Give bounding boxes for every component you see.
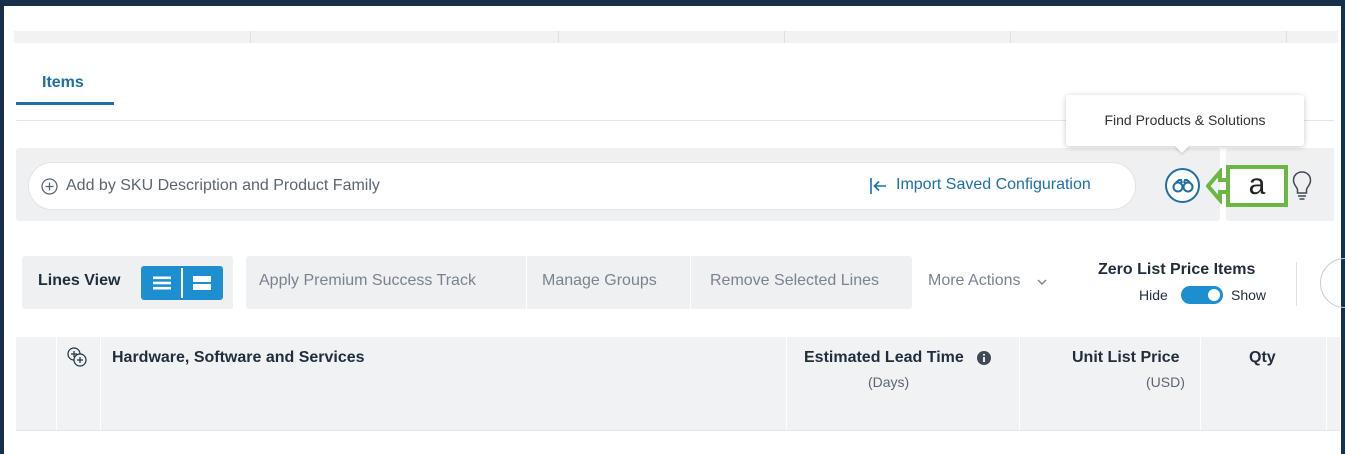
- toggle-knob: [1208, 289, 1220, 301]
- strip-divider: [784, 31, 785, 43]
- more-actions-dropdown[interactable]: More Actions: [928, 272, 1020, 290]
- zero-list-price-toggle[interactable]: [1181, 286, 1223, 304]
- top-summary-strip: [14, 31, 1338, 43]
- hide-label: Hide: [1139, 287, 1168, 303]
- strip-divider: [1286, 31, 1287, 43]
- column-divider: [786, 337, 787, 430]
- view-toggle: [141, 266, 223, 300]
- column-header-hardware: Hardware, Software and Services: [112, 349, 365, 366]
- import-arrow-icon[interactable]: [868, 176, 888, 196]
- grouped-view-icon: [193, 276, 211, 290]
- show-label: Show: [1231, 287, 1267, 303]
- lines-view-label: Lines View: [38, 272, 121, 289]
- binoculars-icon: [1172, 178, 1193, 192]
- manage-groups-button[interactable]: Manage Groups: [542, 272, 657, 290]
- strip-divider: [1010, 31, 1011, 43]
- table-header-bottom-border: [16, 430, 1340, 431]
- info-icon[interactable]: [977, 351, 991, 365]
- chevron-down-icon[interactable]: [1036, 276, 1048, 288]
- apply-premium-success-track-button[interactable]: Apply Premium Success Track: [259, 272, 476, 290]
- import-saved-configuration-link[interactable]: Import Saved Configuration: [896, 176, 1091, 194]
- column-divider: [1326, 337, 1327, 430]
- column-divider: [1019, 337, 1020, 430]
- find-products-button[interactable]: [1165, 168, 1200, 203]
- strip-divider: [250, 31, 251, 43]
- zero-list-price-title: Zero List Price Items: [1098, 261, 1256, 278]
- list-view-button[interactable]: [143, 268, 181, 298]
- column-header-unit-price: Unit List Price: [1072, 349, 1180, 366]
- lead-time-unit: (Days): [868, 374, 910, 390]
- plus-circle-icon: [41, 178, 58, 195]
- strip-divider: [558, 31, 559, 43]
- tab-items[interactable]: Items: [42, 74, 84, 92]
- list-view-icon: [153, 276, 171, 290]
- grouped-view-button[interactable]: [181, 268, 221, 298]
- tooltip-pointer: [1174, 145, 1190, 153]
- search-placeholder: Add by SKU Description and Product Famil…: [66, 177, 380, 194]
- column-header-qty: Qty: [1249, 349, 1276, 366]
- action-divider: [526, 256, 527, 309]
- lightbulb-icon[interactable]: [1291, 170, 1313, 202]
- toolbar-divider: [1296, 262, 1297, 306]
- unit-price-currency: (USD): [1146, 374, 1185, 390]
- column-divider: [1200, 337, 1201, 430]
- active-tab-indicator: [16, 102, 114, 105]
- column-divider: [56, 337, 57, 430]
- find-products-tooltip: Find Products & Solutions: [1066, 95, 1304, 146]
- column-divider: [100, 337, 101, 430]
- expand-all-icon[interactable]: [66, 346, 88, 368]
- column-header-lead-time: Estimated Lead Time: [804, 349, 964, 366]
- annotation-callout: a: [1226, 165, 1288, 207]
- action-divider: [690, 256, 691, 309]
- remove-selected-lines-button[interactable]: Remove Selected Lines: [710, 272, 879, 290]
